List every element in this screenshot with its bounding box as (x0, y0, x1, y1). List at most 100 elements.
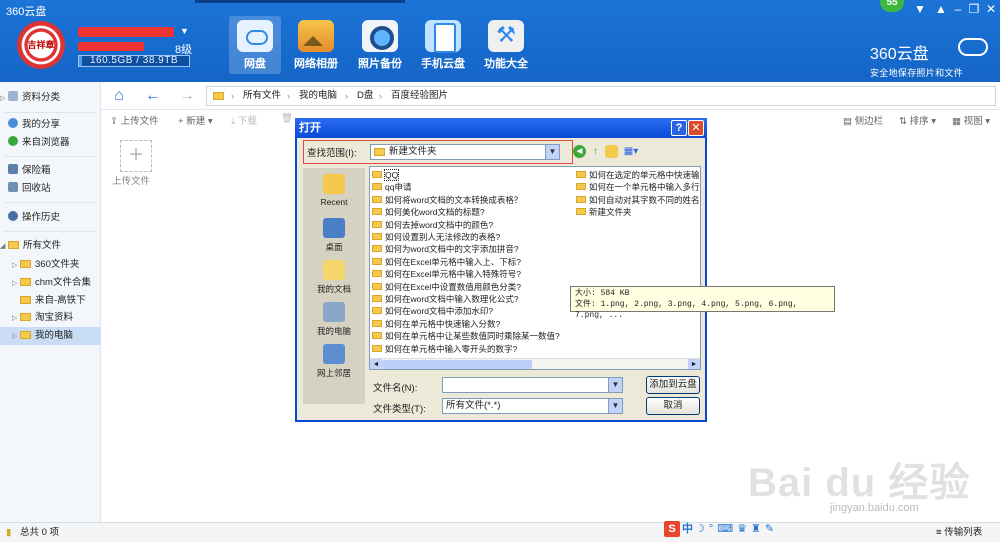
file-list-item[interactable]: qq申请 (372, 181, 411, 193)
folder-icon (20, 296, 31, 304)
sidebar-item-safe-box[interactable]: 保险箱 (0, 162, 101, 180)
photo-album-icon (298, 20, 334, 52)
maximize-icon[interactable]: ❐ (965, 2, 983, 16)
breadcrumb-item[interactable]: D盘 (357, 87, 373, 105)
tab-toolbox[interactable]: 功能大全 (480, 16, 532, 74)
file-list-item[interactable]: 如何为word文档中的文字添加拼音? (372, 243, 519, 255)
transfer-list-button[interactable]: ≡ 传输列表 (936, 523, 982, 542)
upload-button[interactable]: ⇪ 上传文件 (110, 113, 159, 127)
file-list-item[interactable]: 如何在单元格中快速输入分数? (372, 318, 500, 330)
up-folder-icon[interactable]: ↑ (589, 145, 602, 158)
horizontal-scrollbar[interactable]: ◄ ► (370, 358, 700, 369)
sidebar-toggle-button[interactable]: ▤ 侧边栏 (843, 113, 883, 127)
upload-tile-plus-icon[interactable]: + (120, 140, 152, 172)
upload-tile-label[interactable]: 上传文件 (112, 173, 150, 187)
tab-photo-backup[interactable]: 照片备份 (354, 16, 406, 74)
ime-mode-label: 中 (682, 523, 693, 535)
file-list-item[interactable]: 如何在Excel单元格中输入特殊符号? (372, 268, 521, 280)
place-recent[interactable]: Recent (303, 174, 365, 207)
sidebar-item-all-files[interactable]: ◢ 所有文件 (0, 237, 101, 255)
sidebar-item-from-browser[interactable]: 来自浏览器 (0, 134, 101, 152)
top-header: 360云盘 吉祥章 ▼ 8级 160.5GB / 38.9TB 网盘 网络相册 … (0, 0, 1000, 82)
place-my-documents[interactable]: 我的文档 (303, 260, 365, 295)
breadcrumb-item[interactable]: 所有文件 (243, 87, 281, 105)
home-icon[interactable]: ⌂ (109, 86, 129, 106)
folder-icon (372, 307, 382, 315)
username-redacted[interactable] (78, 27, 174, 37)
new-folder-icon[interactable] (605, 145, 618, 158)
close-icon[interactable]: ✕ (688, 120, 704, 136)
view-button[interactable]: ▦ 视图 ▾ (952, 113, 990, 127)
sidebar-item-recycle-bin[interactable]: 回收站 (0, 180, 101, 198)
sidebar-item-360-folder[interactable]: ▷ 360文件夹 (0, 256, 101, 274)
sidebar-item-from-gaotie[interactable]: 来自-高铁下 (0, 292, 101, 310)
close-icon[interactable]: ✕ (982, 2, 1000, 16)
divider (4, 156, 97, 157)
folder-icon (374, 148, 385, 156)
back-icon[interactable]: ◄ (573, 145, 586, 158)
file-list-item[interactable]: 如何在单元格中让某些数值同时乘除某一数值? (372, 330, 560, 342)
sidebar-item-my-computer[interactable]: ▷ 我的电脑 (0, 327, 101, 345)
tab-phone-cloud[interactable]: 手机云盘 (417, 16, 469, 74)
file-list-item[interactable]: 如何去掉word文档中的颜色? (372, 219, 493, 231)
filetype-label: 文件类型(T): (373, 404, 426, 415)
file-list-item[interactable]: 如何在选定的单元格中快速输 (576, 169, 700, 181)
menu-icon[interactable]: ▼ (911, 2, 929, 16)
new-button[interactable]: + 新建 ▾ (178, 113, 213, 127)
tab-photo-album[interactable]: 网络相册 (290, 16, 342, 74)
sidebar-item-my-share[interactable]: 我的分享 (0, 116, 101, 134)
user-menu-caret-icon[interactable]: ▼ (180, 26, 189, 36)
sidebar-item-categories[interactable]: ▷ 资料分类 (0, 89, 101, 107)
notification-badge[interactable]: 55 (880, 0, 904, 12)
file-list-item[interactable]: 如何美化word文档的标题? (372, 206, 485, 218)
file-list-item[interactable]: 如何在单元格中输入零开头的数字? (372, 343, 517, 355)
sidebar-item-history[interactable]: 操作历史 (0, 209, 101, 227)
folder-icon (372, 245, 382, 253)
skin-icon[interactable]: ▲ (932, 2, 950, 16)
file-list-item[interactable]: 如何在word文档中添加水印? (372, 305, 493, 317)
scroll-left-icon[interactable]: ◄ (370, 359, 382, 369)
place-desktop[interactable]: 桌面 (303, 218, 365, 253)
download-button[interactable]: ⤓ 下载 (231, 113, 257, 127)
look-in-select[interactable]: 新建文件夹 ▼ (370, 144, 560, 160)
breadcrumb-item[interactable]: 我的电脑 (299, 87, 337, 105)
file-list-item[interactable]: 如何在word文档中输入数理化公式? (372, 293, 519, 305)
look-in-value: 新建文件夹 (389, 146, 437, 157)
add-to-cloud-button[interactable]: 添加到云盘 (646, 376, 700, 394)
sidebar-item-chm-collection[interactable]: ▷ chm文件合集 (0, 274, 101, 292)
scroll-thumb[interactable] (382, 360, 532, 369)
scroll-right-icon[interactable]: ► (688, 359, 700, 369)
help-icon[interactable]: ? (671, 120, 687, 136)
filetype-value: 所有文件(*.*) (446, 400, 501, 411)
filename-input[interactable]: ▼ (442, 377, 623, 393)
delete-icon[interactable]: 🗑 (281, 113, 293, 124)
avatar[interactable]: 吉祥章 (17, 21, 65, 69)
file-list-item[interactable]: 如何设置别人无法修改的表格? (372, 231, 500, 243)
place-my-computer[interactable]: 我的电脑 (303, 302, 365, 337)
sogou-ime-icon: S (664, 521, 680, 537)
filetype-select[interactable]: 所有文件(*.*) ▼ (442, 398, 623, 414)
forward-arrow-icon[interactable]: → (177, 86, 197, 106)
chevron-down-icon[interactable]: ▼ (545, 145, 559, 159)
sort-button[interactable]: ⇅ 排序 ▾ (899, 113, 936, 127)
cancel-button[interactable]: 取消 (646, 397, 700, 415)
view-menu-icon[interactable]: ▦▾ (622, 145, 640, 158)
breadcrumb-item[interactable]: 百度经验图片 (391, 87, 448, 105)
back-arrow-icon[interactable]: ← (143, 86, 163, 106)
file-list-item[interactable]: QQ (372, 169, 400, 181)
chevron-down-icon[interactable]: ▼ (608, 378, 622, 392)
sidebar-item-taobao[interactable]: ▷ 淘宝资料 (0, 309, 101, 327)
place-network[interactable]: 网上邻居 (303, 344, 365, 379)
file-list-item[interactable]: 新建文件夹 (576, 206, 632, 218)
file-list-item[interactable]: 如何将word文档的文本转换成表格？ (372, 194, 522, 206)
sidebar-item-label: 360文件夹 (35, 259, 80, 270)
ime-toolbar[interactable]: S 中 ☽°⌨♛♜✎ (664, 520, 778, 538)
chevron-down-icon[interactable]: ▼ (608, 399, 622, 413)
file-list-item[interactable]: 如何自动对其字数不同的姓名 (576, 194, 700, 206)
folder-icon (372, 295, 382, 302)
file-list-item[interactable]: 如何在Excel单元格中输入上、下标? (372, 256, 521, 268)
folder-icon (372, 171, 382, 178)
tab-cloud-drive[interactable]: 网盘 (229, 16, 281, 74)
file-list-item[interactable]: 如何在Excel中设置数值用颜色分类? (372, 281, 521, 293)
file-list-item[interactable]: 如何在一个单元格中输入多行 (576, 181, 700, 193)
